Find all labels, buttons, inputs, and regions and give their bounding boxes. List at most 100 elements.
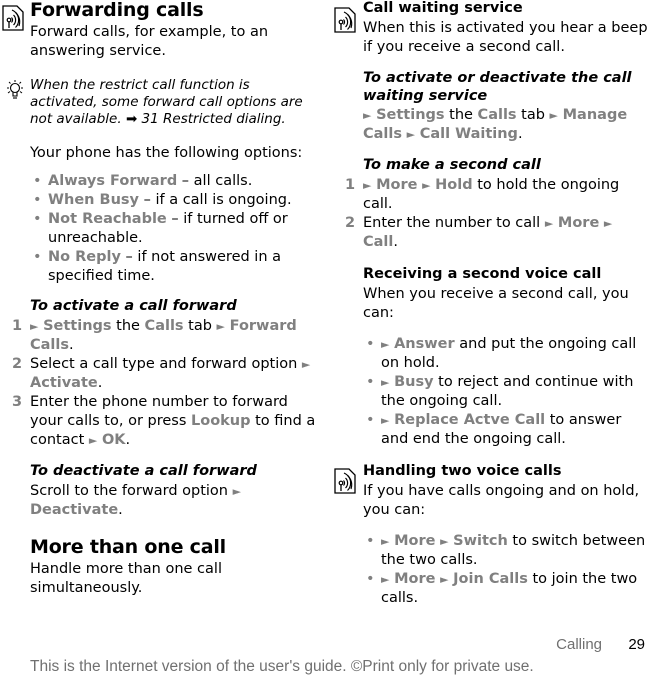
triangle-right-icon: ►: [603, 217, 613, 230]
second-call-heading: To make a second call: [363, 157, 541, 173]
step-text: .: [97, 375, 103, 391]
step-number: 1: [345, 177, 356, 193]
receiving-options-list: • ► Answer and put the ongoing call on h…: [363, 335, 649, 449]
tab-calls[interactable]: Calls: [145, 318, 184, 334]
button-ok[interactable]: OK: [102, 432, 126, 448]
menu-more[interactable]: More: [376, 177, 417, 193]
menu-call[interactable]: Call: [363, 234, 393, 250]
list-item: • Always Forward – all calls.: [30, 172, 320, 191]
path-text: .: [517, 126, 523, 142]
section-title-handling-two-calls: Handling two voice calls: [363, 463, 562, 479]
list-item: • Not Reachable – if turned off or unrea…: [30, 210, 320, 248]
section-title-more-than-one-call: More than one call: [30, 536, 226, 558]
footer-section-name: Calling: [556, 636, 602, 653]
option-desc: – if a call is ongoing.: [138, 192, 292, 208]
triangle-right-icon: ►: [549, 109, 559, 122]
bullet-icon: •: [366, 412, 375, 428]
step-text: Enter the number to call: [363, 215, 545, 231]
call-waiting-text: When this is activated you hear a beep i…: [363, 20, 648, 55]
triangle-right-icon: ►: [363, 109, 372, 122]
path-text: the: [444, 107, 478, 123]
list-item: • When Busy – if a call is ongoing.: [30, 191, 320, 210]
menu-more[interactable]: More: [558, 215, 599, 231]
menu-replace-active-call[interactable]: Replace Actve Call: [394, 412, 545, 428]
step-number: 3: [12, 394, 23, 410]
step-text: .: [125, 432, 131, 448]
bullet-icon: •: [33, 249, 42, 265]
path-text: tab: [516, 107, 550, 123]
menu-switch[interactable]: Switch: [453, 533, 508, 549]
triangle-right-icon: ►: [440, 573, 449, 586]
triangle-right-icon: ►: [381, 573, 390, 586]
deactivate-instruction: Scroll to the forward option ► Deactivat…: [30, 483, 242, 518]
triangle-right-icon: ►: [406, 128, 416, 141]
option-no-reply[interactable]: No Reply: [48, 249, 121, 265]
triangle-right-icon: ►: [381, 376, 390, 389]
menu-hold[interactable]: Hold: [435, 177, 472, 193]
activate-forward-steps: 1 ► Settings the Calls tab ► Forward Cal…: [12, 317, 320, 450]
triangle-right-icon: ►: [422, 179, 431, 192]
list-item: • ► Answer and put the ongoing call on h…: [363, 335, 649, 373]
option-when-busy[interactable]: When Busy: [48, 192, 139, 208]
section-title-receiving-second-call: Receiving a second voice call: [363, 266, 602, 282]
triangle-right-icon: ►: [440, 535, 449, 548]
step: 2 Select a call type and forward option …: [12, 355, 320, 393]
more-than-one-call-text: Handle more than one call simultaneously…: [30, 561, 222, 596]
option-not-reachable[interactable]: Not Reachable: [48, 211, 167, 227]
option-always-forward[interactable]: Always Forward: [48, 173, 177, 189]
right-column: Call waiting service When this is activa…: [345, 0, 649, 608]
menu-answer[interactable]: Answer: [394, 336, 455, 352]
step-number: 1: [12, 318, 23, 334]
menu-more[interactable]: More: [394, 571, 435, 587]
menu-join-calls[interactable]: Join Calls: [453, 571, 528, 587]
handling-text: If you have calls ongoing and on hold, y…: [363, 483, 640, 518]
triangle-right-icon: ►: [381, 535, 390, 548]
step: 3 Enter the phone number to forward your…: [12, 393, 320, 450]
left-column: Forwarding calls Forward calls, for exam…: [12, 0, 320, 598]
step-text: .: [69, 337, 74, 353]
call-waiting-heading: To activate or deactivate the call waiti…: [363, 70, 632, 104]
step: 2 Enter the number to call ► More ► Call…: [345, 214, 649, 252]
triangle-right-icon: ►: [30, 320, 39, 333]
step-number: 2: [345, 215, 356, 231]
footer-disclaimer: This is the Internet version of the user…: [30, 658, 534, 675]
forwarding-intro: Forward calls, for example, to an answer…: [30, 24, 269, 59]
triangle-right-icon: ►: [381, 338, 390, 351]
deactivate-text: Scroll to the forward option: [30, 483, 233, 499]
triangle-right-icon: ►: [381, 414, 390, 427]
lightbulb-icon: [7, 80, 23, 99]
triangle-right-icon: ►: [232, 485, 242, 498]
list-item: • ► More ► Join Calls to join the two ca…: [363, 570, 649, 608]
list-item: • ► More ► Switch to switch between the …: [363, 532, 649, 570]
bullet-icon: •: [33, 173, 42, 189]
bullet-icon: •: [33, 211, 42, 227]
call-waiting-path: ► Settings the Calls tab ► Manage Calls …: [363, 106, 649, 144]
triangle-right-icon: ►: [301, 358, 311, 371]
triangle-right-icon: ►: [363, 179, 372, 192]
step-text: the: [111, 318, 145, 334]
menu-more[interactable]: More: [394, 533, 435, 549]
button-lookup[interactable]: Lookup: [191, 413, 251, 429]
menu-activate[interactable]: Activate: [30, 375, 98, 391]
tab-calls[interactable]: Calls: [478, 107, 517, 123]
menu-deactivate[interactable]: Deactivate: [30, 502, 118, 518]
bullet-icon: •: [33, 192, 42, 208]
step-text: Select a call type and forward option: [30, 356, 302, 372]
restricted-dialing-link[interactable]: 31 Restricted dialing.: [142, 111, 286, 127]
options-intro: Your phone has the following options:: [30, 145, 303, 161]
menu-settings[interactable]: Settings: [376, 107, 444, 123]
menu-call-waiting[interactable]: Call Waiting: [420, 126, 518, 142]
step-text: tab: [183, 318, 217, 334]
triangle-right-icon: ►: [216, 320, 226, 333]
antenna-signal-icon: [334, 468, 356, 494]
menu-busy[interactable]: Busy: [394, 374, 433, 390]
deactivate-forward-heading: To deactivate a call forward: [30, 463, 257, 479]
triangle-right-icon: ►: [544, 217, 554, 230]
list-item: • ► Replace Actve Call to answer and end…: [363, 411, 649, 449]
arrow-right-icon: ➡: [125, 111, 138, 127]
menu-settings[interactable]: Settings: [43, 318, 111, 334]
list-item: • ► Busy to reject and continue with the…: [363, 373, 649, 411]
bullet-icon: •: [366, 533, 375, 549]
antenna-signal-icon: [2, 5, 24, 31]
list-item: • No Reply – if not answered in a specif…: [30, 248, 320, 286]
